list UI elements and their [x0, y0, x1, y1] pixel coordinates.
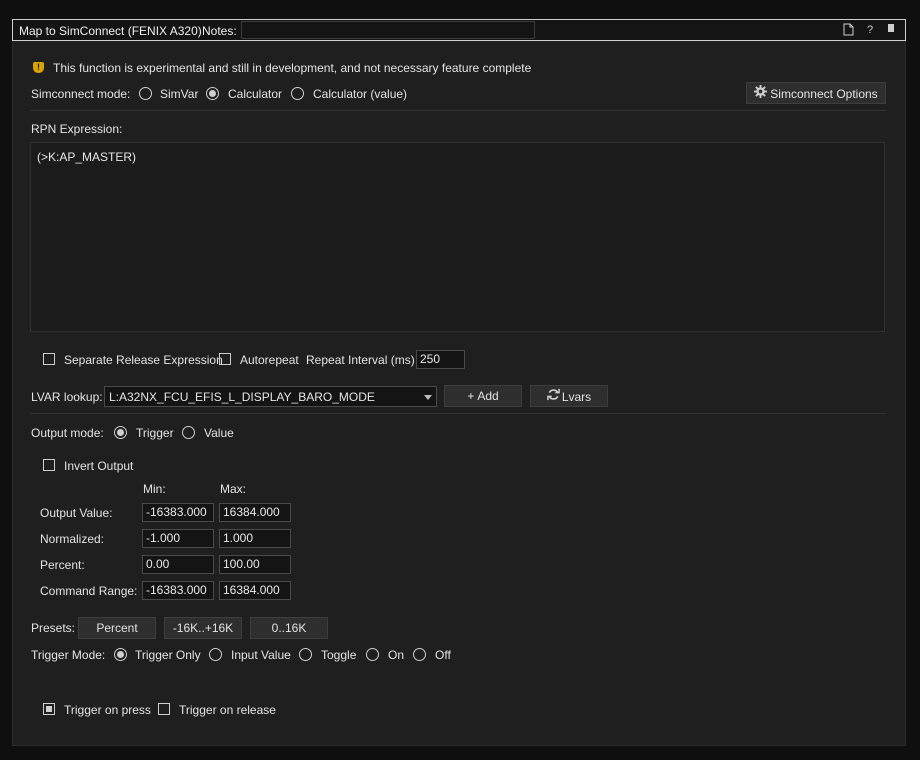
- divider: [30, 413, 886, 414]
- percent-label: Percent:: [40, 558, 85, 572]
- preset-16k-unsigned-button[interactable]: 0..16K: [250, 617, 328, 639]
- shield-warning-icon: !: [33, 62, 44, 73]
- trigger-mode-label: Trigger Mode:: [31, 648, 106, 662]
- document-icon[interactable]: [841, 23, 855, 37]
- radio-calculator-value[interactable]: [291, 87, 304, 100]
- output-value-label: Output Value:: [40, 506, 113, 520]
- radio-value[interactable]: [182, 426, 195, 439]
- radio-value-label[interactable]: Value: [204, 426, 234, 440]
- lvar-lookup-label: LVAR lookup:: [31, 390, 103, 404]
- lvar-lookup-select[interactable]: L:A32NX_FCU_EFIS_L_DISPLAY_BARO_MODE: [104, 386, 437, 407]
- lvars-label: Lvars: [561, 389, 592, 404]
- radio-on[interactable]: [366, 648, 379, 661]
- normalized-label: Normalized:: [40, 532, 105, 546]
- plus-icon: +: [467, 389, 475, 403]
- radio-simvar-label[interactable]: SimVar: [160, 87, 198, 101]
- autorepeat-label[interactable]: Autorepeat: [240, 353, 299, 367]
- radio-on-label[interactable]: On: [388, 648, 404, 662]
- lvars-button[interactable]: Lvars: [530, 385, 608, 407]
- rpn-expression-value: (>K:AP_MASTER): [37, 150, 137, 164]
- notes-input[interactable]: [241, 21, 535, 39]
- preset-percent-button[interactable]: Percent: [78, 617, 156, 639]
- simconnect-options-label: Simconnect Options: [770, 86, 878, 101]
- separate-release-checkbox[interactable]: [43, 353, 55, 365]
- warning-text: This function is experimental and still …: [53, 61, 532, 75]
- radio-off[interactable]: [413, 648, 426, 661]
- radio-trigger-label[interactable]: Trigger: [136, 426, 174, 440]
- add-lvar-button[interactable]: + Add: [444, 385, 522, 407]
- simconnect-mode-label: Simconnect mode:: [31, 87, 131, 101]
- presets-label: Presets:: [31, 621, 76, 635]
- preset-16k-signed-button[interactable]: -16K..+16K: [164, 617, 242, 639]
- autorepeat-checkbox[interactable]: [219, 353, 231, 365]
- help-icon[interactable]: ?: [863, 23, 877, 37]
- command-range-max-input[interactable]: 16384.000: [219, 581, 291, 600]
- normalized-max-input[interactable]: 1.000: [219, 529, 291, 548]
- output-value-max-input[interactable]: 16384.000: [219, 503, 291, 522]
- radio-calculator-label[interactable]: Calculator: [228, 87, 282, 101]
- trigger-on-release-checkbox[interactable]: [158, 703, 170, 715]
- percent-max-input[interactable]: 100.00: [219, 555, 291, 574]
- pin-icon[interactable]: [884, 23, 898, 37]
- radio-input-value[interactable]: [209, 648, 222, 661]
- radio-calculator-value-label[interactable]: Calculator (value): [313, 87, 407, 101]
- output-value-min-input[interactable]: -16383.000: [142, 503, 214, 522]
- repeat-interval-label: Repeat Interval (ms): [306, 353, 415, 367]
- trigger-on-release-label[interactable]: Trigger on release: [179, 703, 276, 717]
- separate-release-label[interactable]: Separate Release Expression: [64, 353, 223, 367]
- max-header: Max:: [220, 482, 247, 496]
- radio-trigger-only-label[interactable]: Trigger Only: [135, 648, 201, 662]
- output-mode-label: Output mode:: [31, 426, 104, 440]
- window-title: Map to SimConnect (FENIX A320): [19, 24, 202, 38]
- radio-input-value-label[interactable]: Input Value: [231, 648, 291, 662]
- invert-output-label[interactable]: Invert Output: [64, 459, 133, 473]
- radio-simvar[interactable]: [139, 87, 152, 100]
- radio-toggle-label[interactable]: Toggle: [321, 648, 356, 662]
- percent-min-input[interactable]: 0.00: [142, 555, 214, 574]
- trigger-on-press-label[interactable]: Trigger on press: [64, 703, 151, 717]
- min-header: Min:: [143, 482, 166, 496]
- gear-icon: [754, 84, 768, 104]
- refresh-icon: [547, 387, 560, 407]
- title-bar: Map to SimConnect (FENIX A320) Notes: ?: [12, 19, 906, 41]
- trigger-on-press-checkbox[interactable]: [43, 703, 55, 715]
- radio-off-label[interactable]: Off: [435, 648, 451, 662]
- invert-output-checkbox[interactable]: [43, 459, 55, 471]
- command-range-min-input[interactable]: -16383.000: [142, 581, 214, 600]
- rpn-expression-label: RPN Expression:: [31, 122, 123, 136]
- chevron-down-icon: [424, 395, 432, 400]
- radio-trigger-only[interactable]: [114, 648, 127, 661]
- lvar-lookup-value: L:A32NX_FCU_EFIS_L_DISPLAY_BARO_MODE: [109, 390, 375, 404]
- simconnect-options-button[interactable]: Simconnect Options: [746, 82, 886, 104]
- notes-label: Notes:: [202, 24, 237, 38]
- divider: [30, 110, 886, 111]
- rpn-expression-textarea[interactable]: (>K:AP_MASTER): [30, 142, 885, 332]
- command-range-label: Command Range:: [40, 584, 138, 598]
- radio-toggle[interactable]: [299, 648, 312, 661]
- repeat-interval-input[interactable]: 250: [416, 350, 465, 369]
- add-lvar-label: Add: [477, 389, 499, 403]
- radio-calculator[interactable]: [206, 87, 219, 100]
- radio-trigger[interactable]: [114, 426, 127, 439]
- normalized-min-input[interactable]: -1.000: [142, 529, 214, 548]
